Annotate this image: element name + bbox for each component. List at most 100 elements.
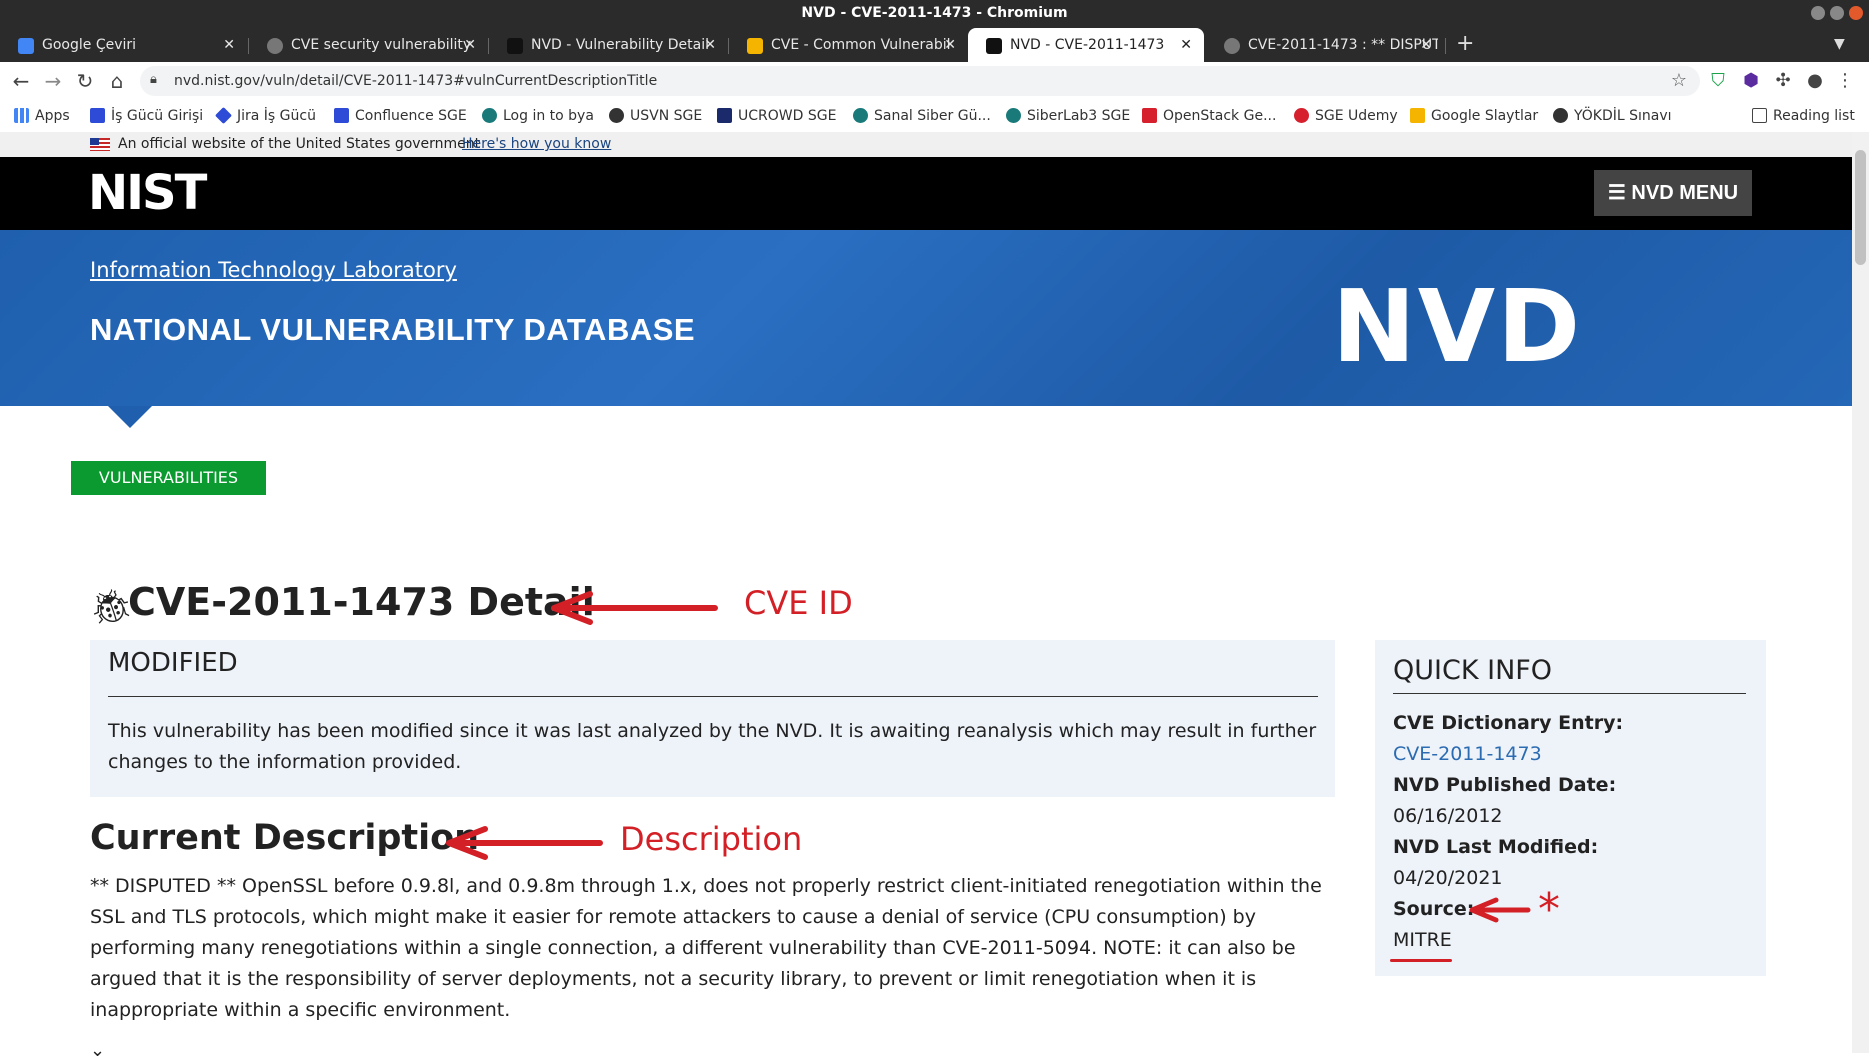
- tab-cve-common[interactable]: CVE - Common Vulnerabil ✕: [729, 28, 968, 62]
- tab-search-chevron-down-icon[interactable]: ▼: [1834, 26, 1845, 62]
- gov-banner-text: An official website of the United States…: [118, 136, 481, 152]
- bookmark-apps[interactable]: Apps: [14, 106, 70, 126]
- nvd-title[interactable]: NATIONAL VULNERABILITY DATABASE: [90, 312, 695, 348]
- tab-nvd-vulnerability-detail[interactable]: NVD - Vulnerability Detail ✕: [489, 28, 728, 62]
- bug-icon: 🐞︎: [90, 587, 134, 627]
- forward-arrow-icon[interactable]: →: [40, 68, 66, 94]
- annotation-underline-mitre: [1390, 959, 1452, 962]
- heres-how-you-know-link[interactable]: Here's how you know: [462, 132, 611, 157]
- reload-icon[interactable]: ↻: [72, 68, 98, 94]
- close-tab-icon[interactable]: ✕: [464, 28, 476, 62]
- bookmark-google-slaytlar[interactable]: Google Slaytlar: [1410, 106, 1538, 126]
- reading-list-icon: [1752, 108, 1767, 123]
- chevron-down-icon: ⌄: [90, 1040, 106, 1061]
- bookmark-yokdil-sinavi[interactable]: YÖKDİL Sınavı: [1553, 106, 1672, 126]
- profile-avatar-icon[interactable]: ●: [1804, 70, 1826, 92]
- nvd-menu-button[interactable]: ☰ NVD MENU: [1594, 170, 1752, 216]
- source-label: Source:: [1393, 898, 1475, 920]
- apps-grid-icon: [14, 108, 29, 123]
- tab-cve-security[interactable]: CVE security vulnerability ✕: [249, 28, 488, 62]
- page-scrollbar[interactable]: [1852, 132, 1869, 1053]
- jira-icon: [90, 108, 105, 123]
- annotation-cve-id: CVE ID: [744, 584, 853, 622]
- scrollbar-thumb[interactable]: [1855, 150, 1866, 265]
- extension-badge-icon[interactable]: ⬢: [1740, 70, 1762, 92]
- tab-nvd-cve-2011-1473[interactable]: NVD - CVE-2011-1473 ✕: [968, 28, 1204, 62]
- nvd-last-modified-label: NVD Last Modified:: [1393, 836, 1599, 858]
- close-tab-icon[interactable]: ✕: [223, 28, 235, 62]
- annotation-arrow-cve-id: [551, 591, 718, 625]
- google-translate-icon: [18, 38, 34, 54]
- shield-icon: [717, 108, 732, 123]
- bookmark-log-in-to-bya[interactable]: Log in to bya: [482, 106, 594, 126]
- nvd-logo[interactable]: NVD: [1332, 268, 1582, 385]
- close-tab-icon[interactable]: ✕: [1180, 28, 1192, 62]
- openstack-icon: [1142, 108, 1157, 123]
- reading-list-button[interactable]: Reading list: [1752, 106, 1855, 126]
- bookmark-usvn-sge[interactable]: USVN SGE: [609, 106, 702, 126]
- source-mitre-value: MITRE: [1393, 929, 1452, 951]
- nvd-last-modified-value: 04/20/2021: [1393, 867, 1503, 889]
- back-arrow-icon[interactable]: ←: [8, 68, 34, 94]
- home-icon[interactable]: ⌂: [104, 68, 130, 94]
- puzzle-extensions-icon[interactable]: ✣: [1772, 70, 1794, 92]
- bookmark-siberlab3-sge[interactable]: SiberLab3 SGE: [1006, 106, 1130, 126]
- tab-google-translate[interactable]: Google Çeviri ✕: [0, 28, 247, 62]
- jira-diamond-icon: [215, 107, 232, 124]
- cve-detail-title: CVE-2011-1473 Detail: [128, 580, 595, 624]
- annotation-star: *: [1538, 884, 1560, 935]
- site-icon: [853, 108, 868, 123]
- bookmark-star-icon[interactable]: ☆: [1668, 70, 1690, 92]
- new-tab-plus-icon[interactable]: +: [1456, 26, 1474, 62]
- close-window-button[interactable]: [1849, 6, 1863, 20]
- current-description-title: Current Description: [90, 818, 480, 858]
- close-tab-icon[interactable]: ✕: [944, 28, 956, 62]
- tab-label: CVE - Common Vulnerabil: [771, 37, 951, 53]
- cve-icon: [747, 38, 763, 54]
- quick-info-title: QUICK INFO: [1393, 655, 1553, 686]
- bookmark-ucrowd-sge[interactable]: UCROWD SGE: [717, 106, 836, 126]
- minimize-button[interactable]: [1811, 6, 1825, 20]
- kebab-menu-icon[interactable]: ⋮: [1834, 70, 1856, 92]
- vulnerabilities-nav-button[interactable]: VULNERABILITIES: [71, 461, 266, 495]
- annotation-arrow-source: [1469, 897, 1531, 923]
- vulnerability-description: ** DISPUTED ** OpenSSL before 0.9.8l, an…: [90, 875, 1322, 1021]
- bookmark-sanal-siber[interactable]: Sanal Siber Gü...: [853, 106, 991, 126]
- google-slides-icon: [1410, 108, 1425, 123]
- hide-analysis-description-toggle[interactable]: ⌄: [90, 1040, 105, 1061]
- bookmark-confluence-sge[interactable]: Confluence SGE: [334, 106, 467, 126]
- hamburger-icon: ☰: [1607, 182, 1632, 204]
- itl-link[interactable]: Information Technology Laboratory: [90, 258, 457, 282]
- annotation-description: Description: [620, 820, 803, 858]
- nvd-published-date-label: NVD Published Date:: [1393, 774, 1617, 796]
- maximize-button[interactable]: [1830, 6, 1844, 20]
- bookmark-openstack[interactable]: OpenStack Ge...: [1142, 106, 1276, 126]
- globe-icon: [1224, 38, 1240, 54]
- quick-info-divider: [1393, 693, 1746, 694]
- nist-header: [0, 157, 1852, 230]
- url-text[interactable]: nvd.nist.gov/vuln/detail/CVE-2011-1473#v…: [174, 66, 657, 96]
- bookmark-is-gucu-girisi[interactable]: İş Gücü Girişi: [90, 106, 203, 126]
- tab-label: Google Çeviri: [42, 37, 137, 53]
- confluence-icon: [334, 108, 349, 123]
- cve-dictionary-entry-link[interactable]: CVE-2011-1473: [1393, 743, 1542, 765]
- tab-label: NVD - Vulnerability Detail: [531, 37, 710, 53]
- modified-text: This vulnerability has been modified sin…: [108, 720, 1317, 773]
- bookmark-jira-is-gucu[interactable]: Jira İş Gücü: [215, 106, 316, 126]
- udemy-icon: [1294, 108, 1309, 123]
- close-tab-icon[interactable]: ✕: [704, 28, 716, 62]
- shield-extension-icon[interactable]: ⛉: [1707, 70, 1729, 92]
- modified-title: MODIFIED: [108, 648, 238, 678]
- gov-banner: An official website of the United States…: [0, 132, 1852, 157]
- nvd-icon: [986, 38, 1002, 54]
- globe-icon: [609, 108, 624, 123]
- nist-logo[interactable]: NIST: [88, 165, 207, 221]
- bookmark-sge-udemy[interactable]: SGE Udemy: [1294, 106, 1398, 126]
- close-tab-icon[interactable]: ✕: [1420, 28, 1432, 62]
- modified-divider: [108, 696, 1318, 697]
- tab-cve-details-disputed[interactable]: CVE-2011-1473 : ** DISPUT ✕: [1206, 28, 1444, 62]
- lock-icon[interactable]: 🔒︎: [150, 72, 157, 87]
- tab-strip: Google Çeviri ✕ CVE security vulnerabili…: [0, 26, 1869, 62]
- cve-dictionary-entry-label: CVE Dictionary Entry:: [1393, 712, 1624, 734]
- site-icon: [482, 108, 497, 123]
